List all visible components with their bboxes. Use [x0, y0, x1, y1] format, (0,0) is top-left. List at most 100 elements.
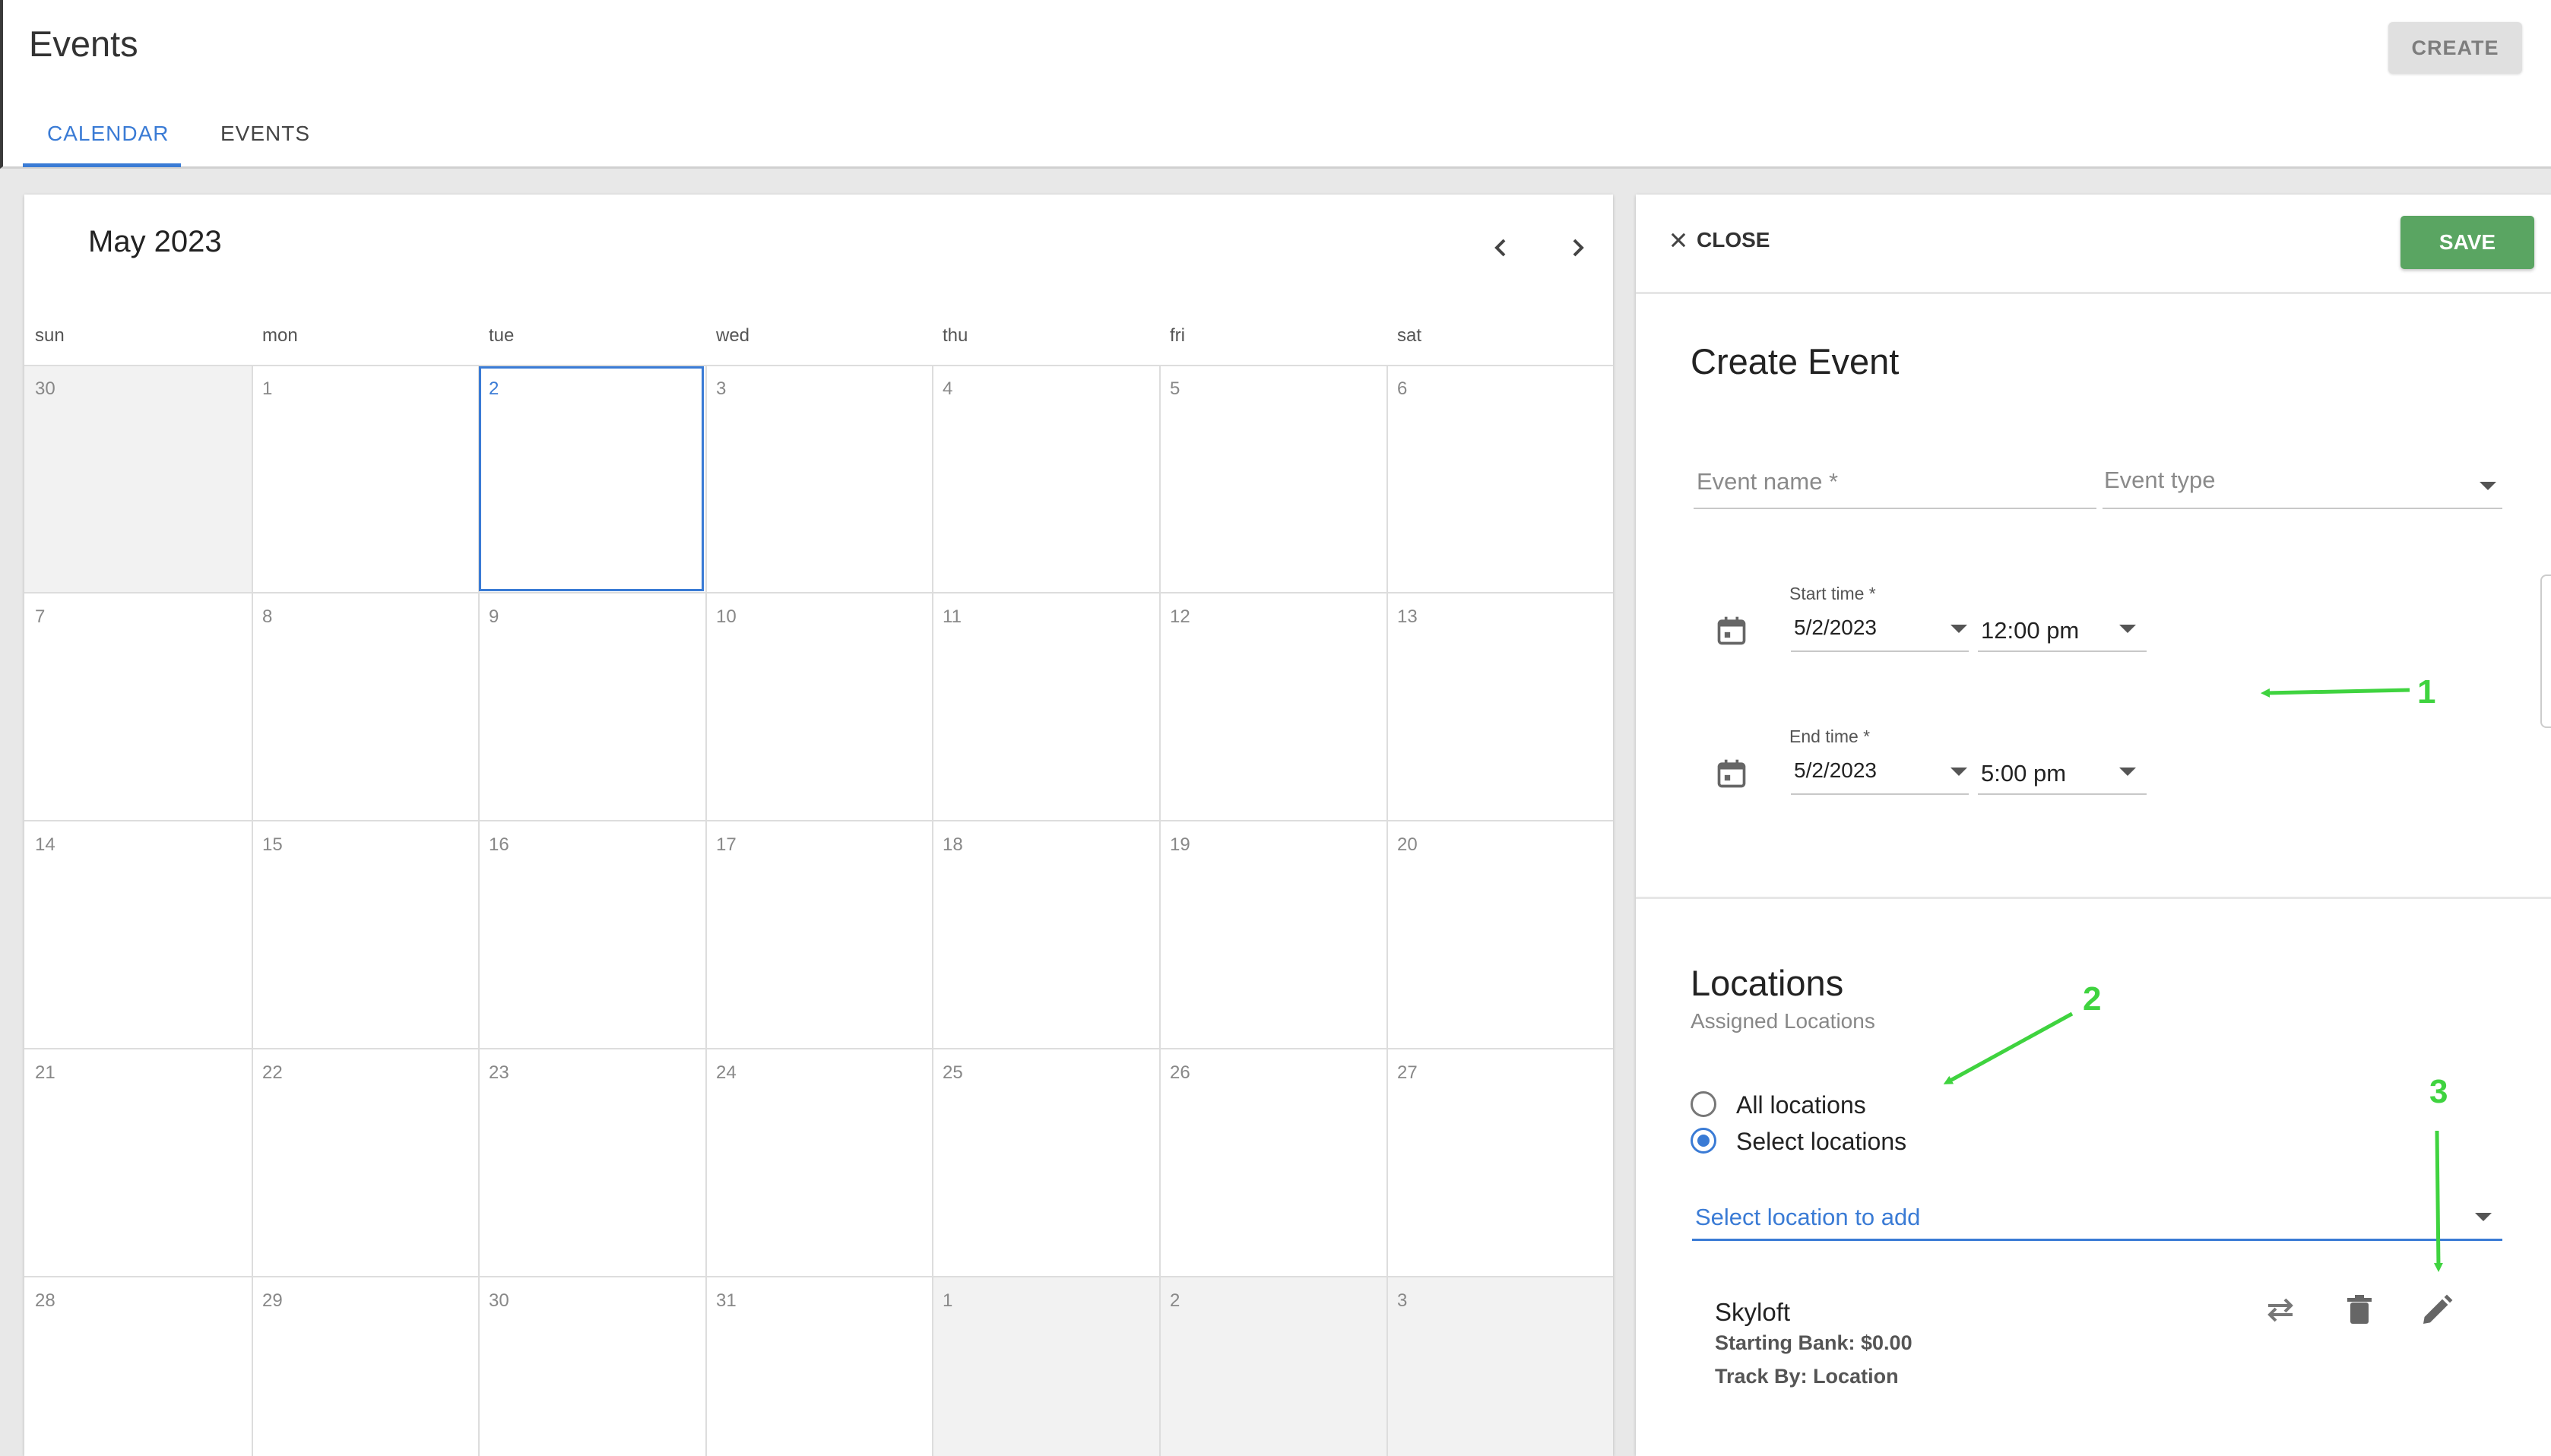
- calendar-day-cell[interactable]: 3: [705, 365, 933, 593]
- save-button[interactable]: SAVE: [2400, 216, 2534, 269]
- weekday-header: thu: [943, 325, 968, 346]
- calendar-day-cell[interactable]: 30: [478, 1277, 705, 1456]
- calendar-day-cell[interactable]: 17: [705, 821, 933, 1049]
- calendar-day-cell[interactable]: 7: [24, 593, 252, 821]
- radio-label-select-locations: Select locations: [1736, 1128, 1907, 1155]
- tab-events[interactable]: EVENTS: [220, 122, 310, 146]
- calendar-day-cell[interactable]: 31: [705, 1277, 933, 1456]
- calendar-day-cell[interactable]: 13: [1386, 593, 1613, 821]
- calendar-day-cell[interactable]: 22: [252, 1049, 479, 1277]
- calendar-day-cell[interactable]: 1: [252, 365, 479, 593]
- day-number: 17: [716, 834, 737, 855]
- day-number: 4: [943, 378, 953, 399]
- calendar-day-cell[interactable]: 24: [705, 1049, 933, 1277]
- day-number: 11: [943, 606, 962, 627]
- event-name-placeholder: Event name *: [1697, 468, 1839, 495]
- day-number: 27: [1397, 1062, 1418, 1083]
- chevron-right-icon[interactable]: [1563, 233, 1593, 263]
- calendar-month-title: May 2023: [88, 225, 222, 258]
- calendar-day-cell[interactable]: 27: [1386, 1049, 1613, 1277]
- calendar-day-cell[interactable]: 28: [24, 1277, 252, 1456]
- caret-down-icon: [2475, 1213, 2492, 1221]
- day-number: 10: [716, 606, 737, 627]
- swap-icon[interactable]: [2262, 1292, 2299, 1328]
- start-time-label: Start time *: [1789, 584, 1876, 603]
- day-number: 30: [35, 378, 55, 399]
- day-number: 29: [262, 1290, 283, 1311]
- calendar-day-cell[interactable]: 8: [252, 593, 479, 821]
- event-type-select[interactable]: Event type: [2103, 467, 2502, 509]
- calendar-day-cell[interactable]: 29: [252, 1277, 479, 1456]
- day-number: 12: [1170, 606, 1190, 627]
- tab-calendar[interactable]: CALENDAR: [47, 122, 169, 146]
- day-number: 26: [1170, 1062, 1190, 1083]
- edit-pencil-icon[interactable]: [2419, 1292, 2455, 1328]
- day-number: 25: [943, 1062, 963, 1083]
- calendar-day-cell[interactable]: 15: [252, 821, 479, 1049]
- calendar-icon[interactable]: [1715, 614, 1748, 647]
- calendar-day-cell[interactable]: 6: [1386, 365, 1613, 593]
- day-number: 5: [1170, 378, 1180, 399]
- calendar-day-cell[interactable]: 3: [1386, 1277, 1613, 1456]
- locations-title: Locations: [1691, 963, 1844, 1003]
- calendar-day-cell[interactable]: 9: [478, 593, 705, 821]
- start-time-select[interactable]: 12:00 pm: [1978, 611, 2147, 652]
- app-header: Events CREATE CALENDAR EVENTS: [0, 0, 2551, 169]
- calendar-day-cell[interactable]: 11: [932, 593, 1159, 821]
- day-number: 21: [35, 1062, 55, 1083]
- event-name-field[interactable]: Event name *: [1694, 468, 2096, 509]
- panel-title: Create Event: [1691, 341, 1900, 381]
- calendar-day-cell[interactable]: 26: [1159, 1049, 1386, 1277]
- trash-icon[interactable]: [2341, 1292, 2378, 1328]
- calendar-day-cell[interactable]: 12: [1159, 593, 1386, 821]
- calendar-day-cell[interactable]: 5: [1159, 365, 1386, 593]
- end-time-label: End time *: [1789, 726, 1871, 746]
- day-number: 30: [489, 1290, 509, 1311]
- caret-down-icon: [2119, 625, 2136, 633]
- calendar-day-cell[interactable]: 19: [1159, 821, 1386, 1049]
- start-date-select[interactable]: 5/2/2023: [1791, 611, 1969, 652]
- side-scroll-handle[interactable]: [2540, 574, 2551, 728]
- location-select[interactable]: Select location to add: [1692, 1195, 2502, 1241]
- location-starting-bank: Starting Bank: $0.00: [1715, 1331, 1912, 1354]
- radio-all-locations[interactable]: [1691, 1091, 1716, 1117]
- chevron-left-icon[interactable]: [1485, 233, 1516, 263]
- end-time-select[interactable]: 5:00 pm: [1978, 754, 2147, 795]
- locations-subtitle: Assigned Locations: [1691, 1009, 1875, 1033]
- calendar-icon[interactable]: [1715, 757, 1748, 790]
- calendar-day-cell[interactable]: 20: [1386, 821, 1613, 1049]
- calendar-day-cell[interactable]: 16: [478, 821, 705, 1049]
- day-number: 24: [716, 1062, 737, 1083]
- create-button[interactable]: CREATE: [2388, 22, 2522, 74]
- radio-select-locations[interactable]: [1691, 1128, 1716, 1154]
- event-type-placeholder: Event type: [2104, 467, 2216, 493]
- end-date-select[interactable]: 5/2/2023: [1791, 754, 1969, 795]
- calendar-day-cell[interactable]: 21: [24, 1049, 252, 1277]
- day-number: 20: [1397, 834, 1418, 855]
- day-number: 15: [262, 834, 283, 855]
- calendar-day-cell[interactable]: 14: [24, 821, 252, 1049]
- weekday-header: mon: [262, 325, 298, 346]
- calendar-day-cell[interactable]: 1: [932, 1277, 1159, 1456]
- calendar-day-cell[interactable]: 23: [478, 1049, 705, 1277]
- page-title: Events: [29, 24, 138, 64]
- calendar-day-cell[interactable]: 10: [705, 593, 933, 821]
- close-button[interactable]: CLOSE: [1668, 228, 1770, 252]
- start-date-value: 5/2/2023: [1794, 616, 1877, 639]
- calendar-day-cell[interactable]: 18: [932, 821, 1159, 1049]
- day-number: 23: [489, 1062, 509, 1083]
- day-number: 6: [1397, 378, 1408, 399]
- weekday-header: fri: [1170, 325, 1185, 346]
- day-number: 28: [35, 1290, 55, 1311]
- day-number: 14: [35, 834, 55, 855]
- day-number: 18: [943, 834, 963, 855]
- annotation-label-1: 1: [2417, 673, 2436, 711]
- calendar-day-cell[interactable]: 25: [932, 1049, 1159, 1277]
- calendar-day-cell[interactable]: 4: [932, 365, 1159, 593]
- weekday-header: sun: [35, 325, 65, 346]
- caret-down-icon: [2480, 482, 2496, 490]
- weekday-header: wed: [716, 325, 750, 346]
- calendar-day-cell[interactable]: 30: [24, 365, 252, 593]
- day-number: 13: [1397, 606, 1418, 627]
- calendar-day-cell[interactable]: 2: [1159, 1277, 1386, 1456]
